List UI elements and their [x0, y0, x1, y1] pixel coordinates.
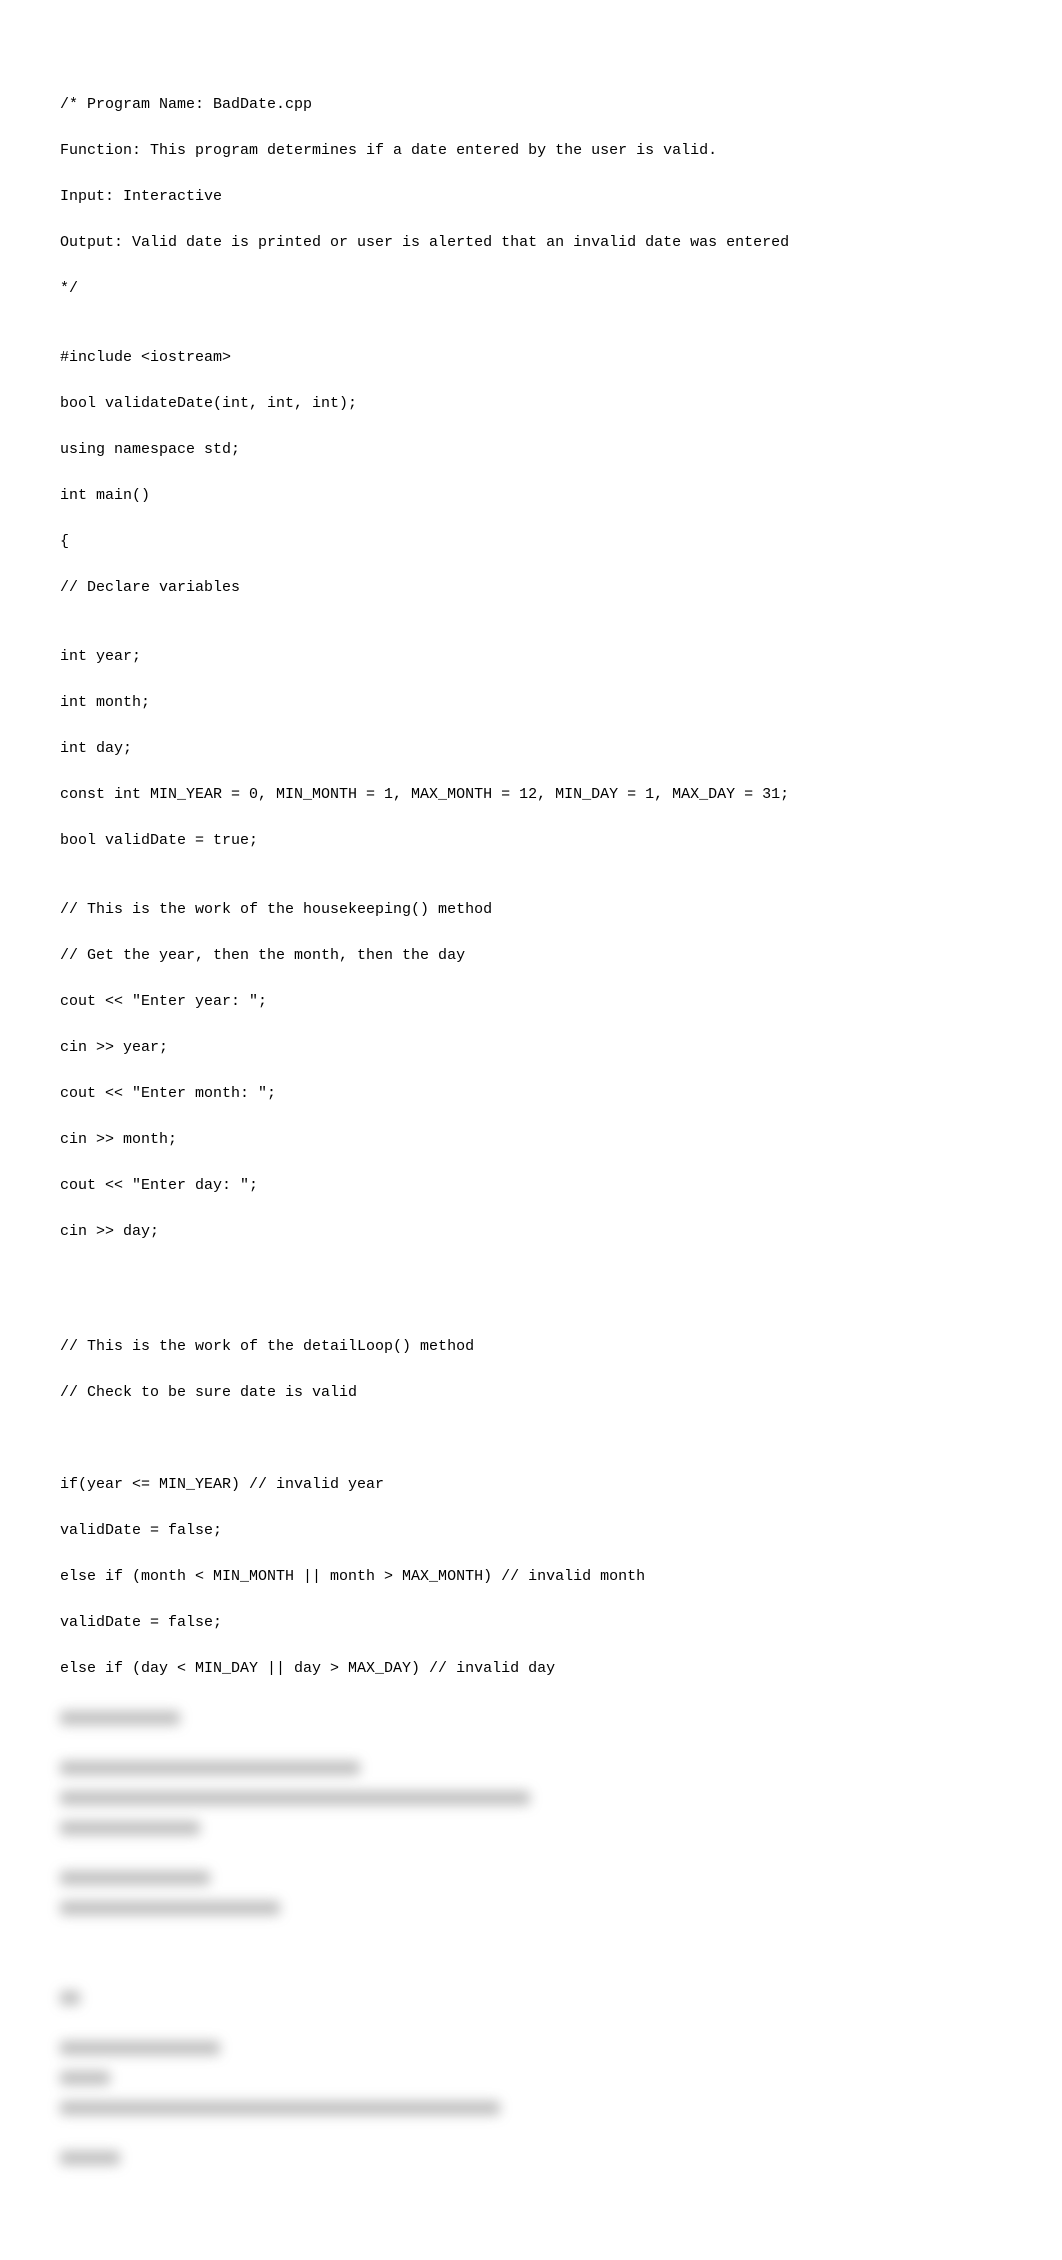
code-line: // Declare variables	[60, 576, 1002, 599]
code-line: validDate = false;	[60, 1519, 1002, 1542]
code-document: /* Program Name: BadDate.cpp Function: T…	[0, 0, 1062, 2260]
code-line: int year;	[60, 645, 1002, 668]
code-line: // Get the year, then the month, then th…	[60, 944, 1002, 967]
blurred-line	[60, 2147, 1002, 2177]
blurred-line	[60, 1947, 1002, 1967]
blurred-line	[60, 1867, 1002, 1897]
blurred-line	[60, 2097, 1002, 2127]
code-line: // This is the work of the housekeeping(…	[60, 898, 1002, 921]
blurred-line	[60, 1737, 1002, 1757]
code-line: */	[60, 277, 1002, 300]
code-line: Function: This program determines if a d…	[60, 139, 1002, 162]
blurred-line	[60, 1787, 1002, 1817]
blurred-line	[60, 1817, 1002, 1847]
code-line: else if (month < MIN_MONTH || month > MA…	[60, 1565, 1002, 1588]
code-line: validDate = false;	[60, 1611, 1002, 1634]
blurred-line	[60, 1707, 1002, 1737]
code-line: // This is the work of the detailLoop() …	[60, 1335, 1002, 1358]
code-line: /* Program Name: BadDate.cpp	[60, 93, 1002, 116]
code-line: const int MIN_YEAR = 0, MIN_MONTH = 1, M…	[60, 783, 1002, 806]
blurred-line	[60, 2017, 1002, 2037]
code-line: // Check to be sure date is valid	[60, 1381, 1002, 1404]
blurred-line	[60, 2037, 1002, 2067]
code-line: #include <iostream>	[60, 346, 1002, 369]
code-line: cout << "Enter month: ";	[60, 1082, 1002, 1105]
code-line: cin >> month;	[60, 1128, 1002, 1151]
code-line: int month;	[60, 691, 1002, 714]
code-line: Input: Interactive	[60, 185, 1002, 208]
code-line: Output: Valid date is printed or user is…	[60, 231, 1002, 254]
code-line: int day;	[60, 737, 1002, 760]
blurred-content	[60, 1707, 1002, 2177]
blurred-line	[60, 1927, 1002, 1947]
code-line: using namespace std;	[60, 438, 1002, 461]
blurred-line	[60, 1897, 1002, 1927]
blurred-line	[60, 1987, 1002, 2017]
blurred-line	[60, 1757, 1002, 1787]
code-line: else if (day < MIN_DAY || day > MAX_DAY)…	[60, 1657, 1002, 1680]
code-line: bool validateDate(int, int, int);	[60, 392, 1002, 415]
blurred-line	[60, 2067, 1002, 2097]
blurred-line	[60, 1847, 1002, 1867]
code-line: {	[60, 530, 1002, 553]
code-line: cin >> year;	[60, 1036, 1002, 1059]
blurred-line	[60, 2127, 1002, 2147]
code-line: bool validDate = true;	[60, 829, 1002, 852]
code-line: cin >> day;	[60, 1220, 1002, 1243]
code-line: if(year <= MIN_YEAR) // invalid year	[60, 1473, 1002, 1496]
blurred-line	[60, 1967, 1002, 1987]
code-line: cout << "Enter day: ";	[60, 1174, 1002, 1197]
code-line: int main()	[60, 484, 1002, 507]
code-line: cout << "Enter year: ";	[60, 990, 1002, 1013]
